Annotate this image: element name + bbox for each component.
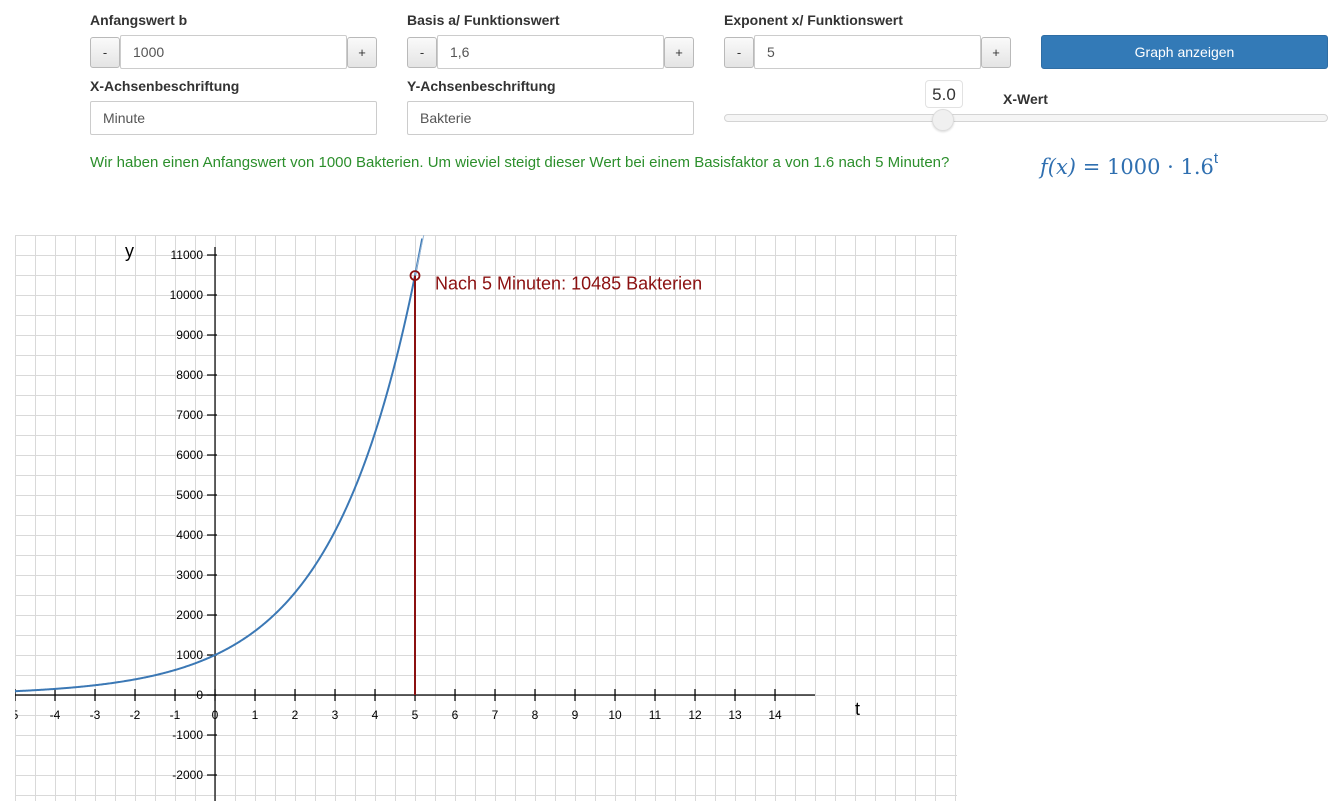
exponent-input[interactable]: 5 (754, 35, 981, 69)
y-axis-label: y (125, 241, 134, 261)
function-graph[interactable]: ty 5-4-3-2-101234567891011121314-2000-10… (15, 235, 957, 801)
x-tick-label: 0 (212, 708, 219, 722)
x-axis-label-caption: X-Achsenbeschriftung (90, 78, 240, 94)
base-label: Basis a/ Funktionswert (407, 12, 560, 28)
x-tick-label: -3 (90, 708, 101, 722)
exponent-increment-button[interactable]: + (981, 37, 1011, 68)
formula-lhs: f(x) (1040, 155, 1077, 179)
grid (15, 235, 957, 801)
x-tick-label: -4 (50, 708, 61, 722)
x-tick-label: 12 (688, 708, 702, 722)
formula-rhs: 1000 · 1.6 (1107, 155, 1214, 179)
x-tick-label: 6 (452, 708, 459, 722)
y-axis-label-caption: Y-Achsenbeschriftung (407, 78, 556, 94)
y-tick-label: 4000 (176, 528, 203, 542)
exponent-decrement-button[interactable]: - (724, 37, 754, 68)
slider-value-bubble: 5.0 (925, 80, 963, 108)
function-curve (15, 238, 424, 693)
x-tick-label: 5 (15, 708, 19, 722)
y-tick-label: 9000 (176, 328, 203, 342)
x-tick-label: 8 (532, 708, 539, 722)
highlight: Nach 5 Minuten: 10485 Bakterien (409, 270, 702, 695)
formula-exponent: t (1213, 150, 1219, 167)
x-tick-label: 11 (649, 708, 662, 722)
x-tick-label: 2 (292, 708, 299, 722)
start-value-input[interactable]: 1000 (120, 35, 347, 69)
exponent-label: Exponent x/ Funktionswert (724, 12, 903, 28)
base-decrement-button[interactable]: - (407, 37, 437, 68)
x-value-slider-handle[interactable] (932, 109, 954, 131)
x-value-label: X-Wert (1003, 91, 1048, 107)
show-graph-button[interactable]: Graph anzeigen (1041, 35, 1328, 69)
base-input[interactable]: 1,6 (437, 35, 664, 69)
x-value-slider-track[interactable] (724, 114, 1328, 122)
x-tick-label: 13 (728, 708, 742, 722)
base-increment-button[interactable]: + (664, 37, 694, 68)
start-value-label: Anfangswert b (90, 12, 188, 28)
y-tick-label: 2000 (176, 608, 203, 622)
y-tick-label: -1000 (172, 728, 203, 742)
formula-equals: = (1082, 155, 1101, 179)
x-axis-label-input[interactable]: Minute (90, 101, 377, 135)
y-tick-label: 3000 (176, 568, 203, 582)
start-value-decrement-button[interactable]: - (90, 37, 120, 68)
y-tick-label: 0 (196, 688, 203, 702)
x-tick-label: -1 (170, 708, 181, 722)
x-tick-label: 9 (572, 708, 579, 722)
x-tick-label: -2 (130, 708, 141, 722)
x-tick-label: 3 (332, 708, 339, 722)
x-axis-label: t (855, 699, 860, 719)
y-tick-label: 1000 (176, 648, 203, 662)
x-tick-label: 14 (768, 708, 782, 722)
x-tick-label: 10 (608, 708, 622, 722)
highlight-label: Nach 5 Minuten: 10485 Bakterien (435, 274, 702, 294)
y-tick-label: 10000 (170, 288, 204, 302)
x-tick-label: 1 (252, 708, 259, 722)
x-tick-label: 7 (492, 708, 499, 722)
y-tick-label: -2000 (172, 768, 203, 782)
function-formula: f(x) = 1000 · 1.6t (1040, 150, 1218, 179)
x-tick-label: 4 (372, 708, 379, 722)
y-tick-label: 5000 (176, 488, 203, 502)
x-tick-label: 5 (412, 708, 419, 722)
y-tick-label: 8000 (176, 368, 203, 382)
y-tick-label: 11000 (171, 248, 204, 262)
y-tick-label: 7000 (176, 408, 203, 422)
start-value-increment-button[interactable]: + (347, 37, 377, 68)
curve (15, 235, 425, 693)
y-tick-label: 6000 (176, 448, 203, 462)
task-description: Wir haben einen Anfangswert von 1000 Bak… (90, 154, 950, 171)
y-axis-label-input[interactable]: Bakterie (407, 101, 694, 135)
